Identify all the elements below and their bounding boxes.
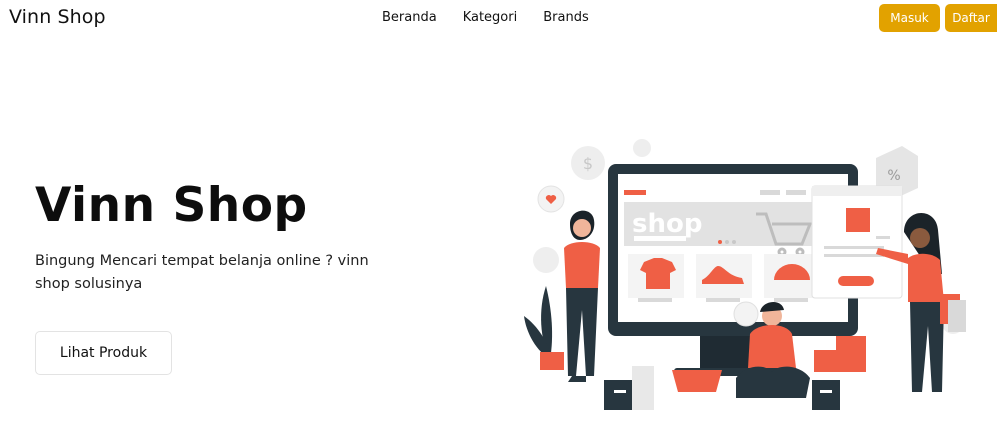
nav-link-brands[interactable]: Brands bbox=[543, 10, 589, 25]
nav-link-kategori[interactable]: Kategori bbox=[463, 10, 518, 25]
view-products-button[interactable]: Lihat Produk bbox=[35, 331, 172, 375]
top-navbar: Vinn Shop Beranda Kategori Brands Masuk … bbox=[0, 0, 997, 36]
nav-link-beranda[interactable]: Beranda bbox=[382, 10, 437, 25]
auth-buttons: Masuk Daftar bbox=[879, 4, 997, 32]
hero-subtitle: Bingung Mencari tempat belanja online ? … bbox=[35, 253, 369, 292]
woman-left-figure bbox=[564, 210, 600, 382]
svg-text:$: $ bbox=[583, 154, 593, 173]
heart-bubble-icon bbox=[537, 185, 565, 213]
product-popup-card bbox=[811, 185, 903, 299]
online-shop-illustration: $ % shop bbox=[524, 139, 966, 410]
discount-tag-text: % bbox=[887, 168, 900, 184]
plant bbox=[524, 286, 564, 370]
nav-links: Beranda Kategori Brands bbox=[382, 10, 589, 25]
brand-logo[interactable]: Vinn Shop bbox=[9, 6, 106, 28]
hero-title: Vinn Shop bbox=[35, 178, 308, 233]
screen-shop-text: shop bbox=[632, 209, 702, 239]
register-button[interactable]: Daftar bbox=[945, 4, 997, 32]
login-button[interactable]: Masuk bbox=[879, 4, 940, 32]
